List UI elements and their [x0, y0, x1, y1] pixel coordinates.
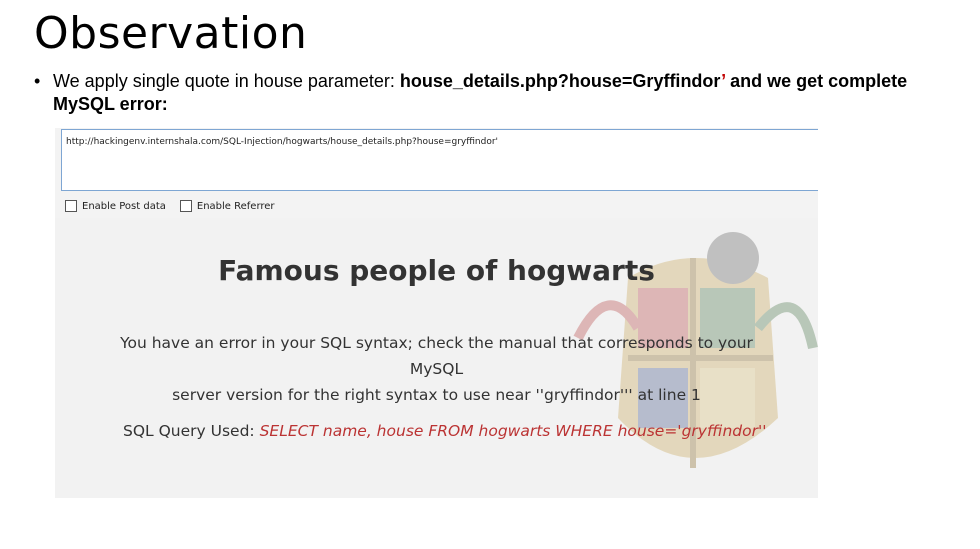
slide-title: Observation	[34, 8, 308, 59]
page-content: Famous people of hogwarts You have an er…	[55, 218, 818, 498]
url-textarea[interactable]: http://hackingenv.internshala.com/SQL-In…	[61, 129, 818, 191]
enable-post-checkbox[interactable]	[65, 200, 77, 212]
enable-post-option[interactable]: Enable Post data	[65, 200, 166, 212]
enable-referrer-checkbox[interactable]	[179, 200, 192, 212]
sql-label: SQL Query Used:	[123, 422, 260, 440]
sql-query: SELECT name, house FROM hogwarts WHERE h…	[259, 422, 767, 440]
bullet-point: • We apply single quote in house paramet…	[34, 70, 934, 116]
enable-referrer-label: Enable Referrer	[196, 200, 275, 212]
options-row: Enable Post data Enable Referrer	[65, 200, 275, 212]
bullet-url: house_details.php?house=Gryffindor	[399, 71, 722, 91]
enable-referrer-option[interactable]: Enable Referrer	[179, 200, 275, 212]
bullet-prefix: We apply single quote in house parameter…	[53, 71, 400, 91]
bullet-text: We apply single quote in house parameter…	[53, 70, 934, 116]
error-message: You have an error in your SQL syntax; ch…	[95, 330, 778, 408]
error-line-2: server version for the right syntax to u…	[172, 386, 701, 404]
enable-post-label: Enable Post data	[82, 200, 166, 212]
bullet-dot: •	[34, 71, 41, 91]
page-heading: Famous people of hogwarts	[218, 254, 655, 287]
browser-screenshot: http://hackingenv.internshala.com/SQL-In…	[55, 128, 818, 498]
url-text: http://hackingenv.internshala.com/SQL-In…	[66, 137, 499, 147]
error-line-1: You have an error in your SQL syntax; ch…	[120, 334, 753, 378]
sql-query-line: SQL Query Used: SELECT name, house FROM …	[123, 422, 767, 440]
